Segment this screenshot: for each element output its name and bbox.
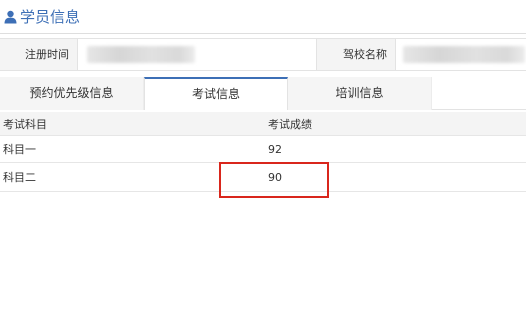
tab-training-info[interactable]: 培训信息 bbox=[288, 77, 432, 110]
tab-exam-info[interactable]: 考试信息 bbox=[144, 77, 288, 110]
redacted-value bbox=[403, 46, 525, 63]
subject-cell: 科目二 bbox=[3, 171, 36, 184]
student-info-page: 学员信息 注册时间 驾校名称 预约优先级信息 考试信息 培训信息 考试科目 考试… bbox=[0, 0, 526, 330]
tab-booking-priority[interactable]: 预约优先级信息 bbox=[0, 77, 144, 110]
table-header-row: 考试科目 考试成绩 bbox=[0, 112, 526, 136]
score-cell: 90 bbox=[268, 170, 282, 184]
redacted-value bbox=[87, 46, 195, 63]
column-header-score: 考试成绩 bbox=[268, 117, 312, 131]
school-name-value bbox=[397, 39, 526, 70]
section-header: 学员信息 bbox=[0, 0, 526, 34]
table-row: 科目二 90 bbox=[0, 163, 526, 192]
school-name-label: 驾校名称 bbox=[316, 39, 396, 70]
exam-table: 考试科目 考试成绩 科目一 92 科目二 90 bbox=[0, 112, 526, 192]
user-icon bbox=[4, 10, 17, 23]
tab-bar: 预约优先级信息 考试信息 培训信息 bbox=[0, 77, 526, 110]
info-row: 注册时间 驾校名称 bbox=[0, 38, 526, 71]
score-cell: 92 bbox=[268, 142, 282, 156]
registration-time-label: 注册时间 bbox=[0, 39, 78, 70]
tab-bar-spacer bbox=[432, 77, 526, 109]
section-title: 学员信息 bbox=[20, 8, 81, 26]
column-header-subject: 考试科目 bbox=[3, 117, 47, 131]
registration-time-value bbox=[79, 39, 316, 70]
subject-cell: 科目一 bbox=[3, 143, 36, 156]
table-row: 科目一 92 bbox=[0, 136, 526, 163]
